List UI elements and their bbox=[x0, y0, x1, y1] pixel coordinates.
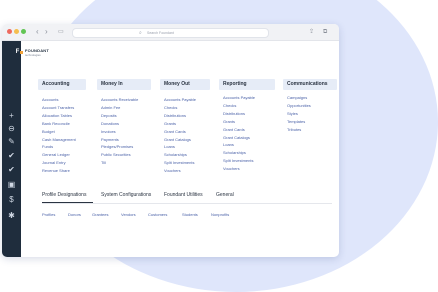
list-item[interactable]: Checks bbox=[164, 104, 196, 112]
pencil-icon[interactable]: ✎ bbox=[5, 137, 18, 147]
calendar-icon[interactable]: ▣ bbox=[5, 180, 18, 190]
list-item[interactable]: Vouchers bbox=[164, 167, 196, 175]
list-item[interactable]: Split Investments bbox=[223, 157, 255, 165]
list-item[interactable]: Accounts Payable bbox=[223, 94, 255, 102]
subtab-customers[interactable]: Customers bbox=[148, 212, 167, 217]
list-item[interactable]: Bank Reconcile bbox=[42, 120, 76, 128]
list-item[interactable]: Cash Management bbox=[42, 136, 76, 144]
subtab-grantees[interactable]: Grantees bbox=[92, 212, 108, 217]
list-item[interactable]: Grant Catalogs bbox=[223, 134, 255, 142]
sidebar: + ⊖ ✎ ✔ ✔ ▣ $ ✱ bbox=[2, 41, 21, 257]
tab-foundant-utilities[interactable]: Foundant Utilities bbox=[164, 192, 203, 198]
subtab-nonprofits[interactable]: Nonprofits bbox=[211, 212, 229, 217]
chevron-right-icon[interactable]: › bbox=[45, 26, 48, 38]
close-window-button[interactable] bbox=[7, 29, 12, 34]
subtab-vendors[interactable]: Vendors bbox=[121, 212, 136, 217]
chevron-left-icon[interactable]: ‹ bbox=[36, 26, 39, 38]
dollar-icon[interactable]: $ bbox=[5, 195, 18, 205]
search-icon: ⌕ bbox=[139, 30, 142, 36]
list-item[interactable]: Templates bbox=[287, 118, 311, 126]
list-item[interactable]: Pledges/Promises bbox=[101, 143, 138, 151]
column-header-money-in: Money In bbox=[97, 79, 151, 90]
sidebar-icon[interactable]: ▭ bbox=[58, 26, 64, 38]
list-item[interactable]: Account Transfers bbox=[42, 104, 76, 112]
communications-list: Campaigns Opportunities Styles Templates… bbox=[287, 94, 311, 134]
column-header-reporting: Reporting bbox=[219, 79, 275, 90]
list-item[interactable]: Tributes bbox=[287, 126, 311, 134]
subtab-students[interactable]: Students bbox=[182, 212, 198, 217]
tab-profile-designations[interactable]: Profile Designations bbox=[42, 192, 86, 198]
browser-toolbar: ‹ › ▭ ⌕ Search Foundant ⇪ ⧉ bbox=[2, 24, 339, 41]
check-icon[interactable]: ✔ bbox=[5, 151, 18, 161]
share-icon[interactable]: ⇪ bbox=[309, 26, 314, 38]
money-in-list: Accounts Receivable Admin Fee Deposits D… bbox=[101, 96, 138, 167]
list-item[interactable]: Distributions bbox=[223, 110, 255, 118]
minimize-window-button[interactable] bbox=[14, 29, 19, 34]
reporting-list: Accounts Payable Checks Distributions Gr… bbox=[223, 94, 255, 173]
list-item[interactable]: Scholarships bbox=[223, 149, 255, 157]
list-item[interactable]: Revenue Share bbox=[42, 167, 76, 175]
list-item[interactable]: Scholarships bbox=[164, 151, 196, 159]
list-item[interactable]: Split Investments bbox=[164, 159, 196, 167]
list-item[interactable]: Donations bbox=[101, 120, 138, 128]
list-item[interactable]: Styles bbox=[287, 110, 311, 118]
list-item[interactable]: Opportunities bbox=[287, 102, 311, 110]
list-item[interactable]: Grants bbox=[164, 120, 196, 128]
url-bar[interactable]: ⌕ Search Foundant bbox=[72, 28, 269, 38]
tab-general[interactable]: General bbox=[216, 192, 234, 198]
list-item[interactable]: Accounts Payable bbox=[164, 96, 196, 104]
list-item[interactable]: Funds bbox=[42, 143, 76, 151]
list-item[interactable]: Grant Catalogs bbox=[164, 136, 196, 144]
column-header-money-out: Money Out bbox=[160, 79, 210, 90]
list-item[interactable]: Invoices bbox=[101, 128, 138, 136]
logo-subtitle: technologies bbox=[25, 53, 41, 57]
list-item[interactable]: Grant Cards bbox=[164, 128, 196, 136]
list-item[interactable]: Grants bbox=[223, 118, 255, 126]
list-item[interactable]: Journal Entry bbox=[42, 159, 76, 167]
column-header-accounting: Accounting bbox=[38, 79, 86, 90]
list-item[interactable]: Checks bbox=[223, 102, 255, 110]
list-item[interactable]: Grant Cards bbox=[223, 126, 255, 134]
check-icon[interactable]: ✔ bbox=[5, 165, 18, 175]
list-item[interactable]: Loans bbox=[164, 143, 196, 151]
divider bbox=[42, 203, 332, 204]
list-item[interactable]: Allocation Tables bbox=[42, 112, 76, 120]
subtab-profiles[interactable]: Profiles bbox=[42, 212, 55, 217]
app-window: ‹ › ▭ ⌕ Search Foundant ⇪ ⧉ + ⊖ ✎ ✔ ✔ ▣ … bbox=[2, 24, 339, 257]
list-item[interactable]: Loans bbox=[223, 141, 255, 149]
list-item[interactable]: Distributions bbox=[164, 112, 196, 120]
subtab-donors[interactable]: Donors bbox=[68, 212, 81, 217]
list-item[interactable]: Deposits bbox=[101, 112, 138, 120]
money-out-list: Accounts Payable Checks Distributions Gr… bbox=[164, 96, 196, 175]
list-item[interactable]: Accounts bbox=[42, 96, 76, 104]
list-item[interactable]: Budget bbox=[42, 128, 76, 136]
list-item[interactable]: Public Securities bbox=[101, 151, 138, 159]
list-item[interactable]: Payments bbox=[101, 136, 138, 144]
url-placeholder: Search Foundant bbox=[147, 31, 174, 35]
plus-icon[interactable]: + bbox=[5, 111, 18, 121]
minus-icon[interactable]: ⊖ bbox=[5, 124, 18, 134]
tabs-icon[interactable]: ⧉ bbox=[323, 26, 327, 38]
list-item[interactable]: Vouchers bbox=[223, 165, 255, 173]
list-item[interactable]: Admin Fee bbox=[101, 104, 138, 112]
gear-icon[interactable]: ✱ bbox=[5, 211, 18, 221]
logo-accent bbox=[20, 51, 23, 54]
tab-system-configurations[interactable]: System Configurations bbox=[101, 192, 151, 198]
list-item[interactable]: Accounts Receivable bbox=[101, 96, 138, 104]
maximize-window-button[interactable] bbox=[21, 29, 26, 34]
list-item[interactable]: General Ledger bbox=[42, 151, 76, 159]
list-item[interactable]: Till bbox=[101, 159, 138, 167]
column-header-communications: Communications bbox=[283, 79, 337, 90]
accounting-list: Accounts Account Transfers Allocation Ta… bbox=[42, 96, 76, 175]
list-item[interactable]: Campaigns bbox=[287, 94, 311, 102]
